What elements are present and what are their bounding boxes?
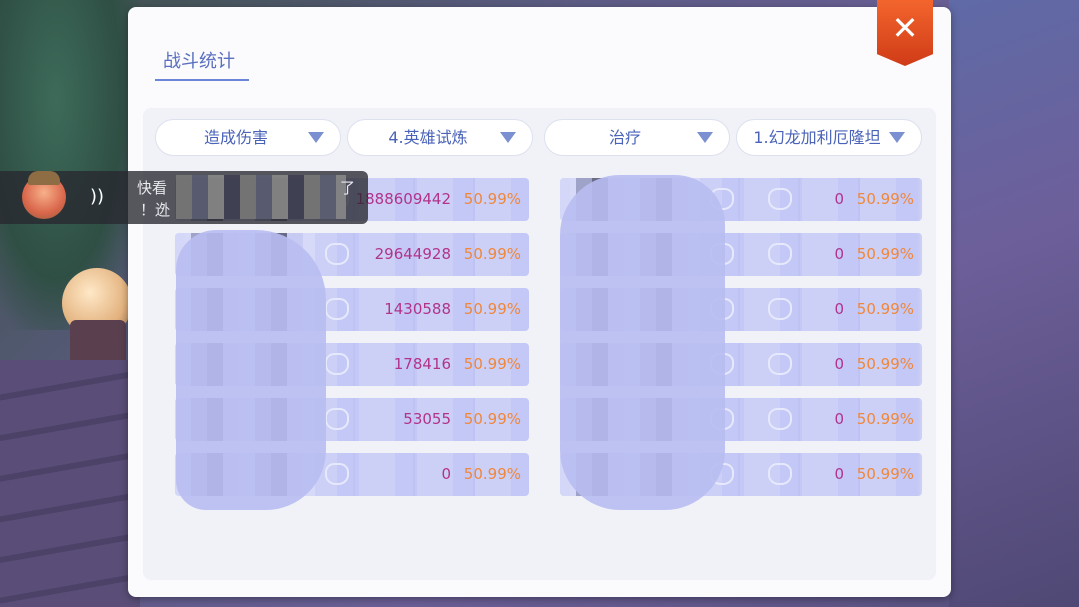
stage-dropdown-left[interactable]: 4.英雄试炼	[347, 119, 533, 156]
cat-pattern-icon	[325, 353, 349, 375]
cat-pattern-icon	[325, 463, 349, 485]
background-scenery-right	[949, 0, 1079, 607]
cat-pattern-icon	[325, 408, 349, 430]
heal-value: 0	[834, 410, 844, 428]
heal-value: 0	[834, 355, 844, 373]
chat-text-tail: 了	[340, 179, 356, 197]
chevron-down-icon	[697, 132, 713, 143]
privacy-mask-left	[176, 230, 326, 510]
privacy-mask-right	[560, 175, 725, 510]
damage-percent: 50.99%	[463, 245, 521, 263]
chat-text-line1: 快看	[137, 179, 168, 197]
heal-percent: 50.99%	[856, 300, 914, 318]
close-icon: ✕	[891, 9, 919, 47]
chevron-down-icon	[889, 132, 905, 143]
cat-pattern-icon	[768, 353, 792, 375]
damage-value: 0	[441, 465, 451, 483]
damage-percent: 50.99%	[463, 300, 521, 318]
chat-text-line2: ！迯	[140, 201, 171, 219]
heal-percent: 50.99%	[856, 190, 914, 208]
damage-value: 53055	[403, 410, 451, 428]
cat-pattern-icon	[768, 463, 792, 485]
heal-percent: 50.99%	[856, 410, 914, 428]
heal-percent: 50.99%	[856, 355, 914, 373]
heal-percent: 50.99%	[856, 245, 914, 263]
heal-value: 0	[834, 190, 844, 208]
damage-value: 29644928	[374, 245, 451, 263]
cat-pattern-icon	[325, 243, 349, 265]
close-button[interactable]: ✕	[877, 0, 933, 66]
signal-icon: ))	[90, 186, 105, 207]
heal-value: 0	[834, 300, 844, 318]
chat-mosaic	[176, 175, 346, 219]
title-underline	[155, 79, 249, 81]
cat-pattern-icon	[768, 243, 792, 265]
cat-pattern-icon	[768, 298, 792, 320]
heal-value: 0	[834, 465, 844, 483]
stat-type-dropdown-left[interactable]: 造成伤害	[155, 119, 341, 156]
damage-percent: 50.99%	[463, 355, 521, 373]
chevron-down-icon	[500, 132, 516, 143]
damage-percent: 50.99%	[463, 190, 521, 208]
background-stairs	[0, 360, 140, 607]
damage-value: 178416	[393, 355, 451, 373]
cat-pattern-icon	[768, 188, 792, 210]
cat-pattern-icon	[768, 408, 792, 430]
damage-percent: 50.99%	[463, 410, 521, 428]
cat-pattern-icon	[325, 298, 349, 320]
stage-dropdown-right[interactable]: 1.幻龙加利厄隆坦	[736, 119, 922, 156]
damage-percent: 50.99%	[463, 465, 521, 483]
heal-percent: 50.99%	[856, 465, 914, 483]
stat-type-dropdown-right[interactable]: 治疗	[544, 119, 730, 156]
avatar-hat	[28, 171, 60, 185]
panel-title: 战斗统计	[163, 51, 235, 72]
chat-notification[interactable]: )) 快看 ！迯 了	[0, 171, 368, 224]
heal-value: 0	[834, 245, 844, 263]
chevron-down-icon	[308, 132, 324, 143]
damage-value: 1888609442	[355, 190, 451, 208]
damage-value: 1430588	[384, 300, 451, 318]
